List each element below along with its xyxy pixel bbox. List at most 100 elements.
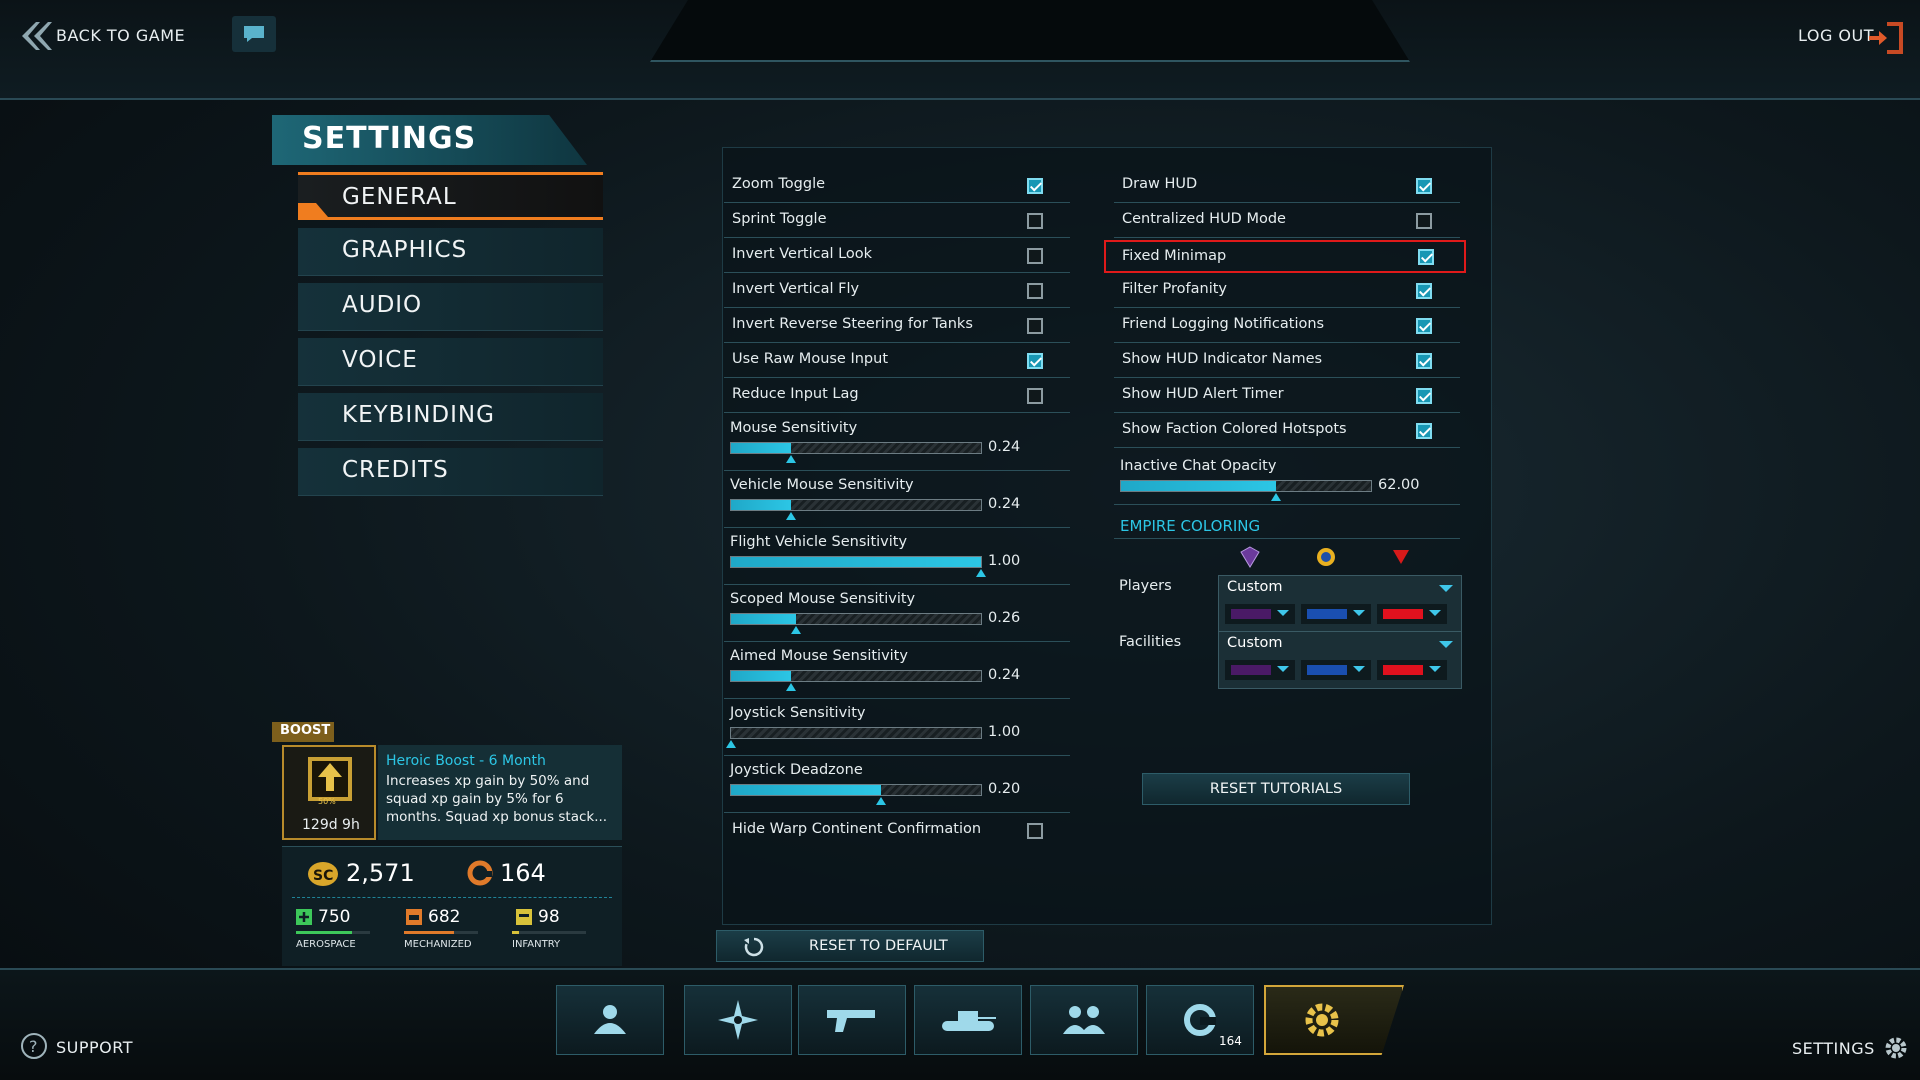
- slider-thumb[interactable]: [726, 740, 736, 748]
- slider-thumb[interactable]: [876, 797, 886, 805]
- slider-aimed-mouse-sensitivity[interactable]: Aimed Mouse Sensitivity 0.24: [724, 648, 1070, 700]
- checkbox[interactable]: [1027, 283, 1043, 299]
- vs-color-dropdown[interactable]: [1225, 660, 1295, 680]
- option-fixed-minimap[interactable]: Fixed Minimap: [1104, 240, 1466, 273]
- settings-shortcut-button[interactable]: SETTINGS: [1788, 1032, 1912, 1064]
- option-label: Show HUD Alert Timer: [1122, 386, 1284, 402]
- tab-map[interactable]: [684, 985, 792, 1055]
- slider-thumb[interactable]: [786, 512, 796, 520]
- slider-fill: [731, 500, 791, 510]
- tab-graphics[interactable]: GRAPHICS: [298, 228, 603, 276]
- tab-character[interactable]: [556, 985, 664, 1055]
- slider-joystick-sensitivity[interactable]: Joystick Sensitivity 1.00: [724, 705, 1070, 757]
- option-sprint-toggle[interactable]: Sprint Toggle: [724, 203, 1070, 238]
- checkbox[interactable]: [1416, 213, 1432, 229]
- slider-track[interactable]: [726, 727, 982, 748]
- checkbox[interactable]: [1416, 423, 1432, 439]
- logout-button[interactable]: LOG OUT: [1795, 20, 1907, 56]
- select-value: Custom: [1227, 635, 1283, 651]
- checkbox[interactable]: [1416, 353, 1432, 369]
- checkbox[interactable]: [1027, 823, 1043, 839]
- slider-joystick-deadzone[interactable]: Joystick Deadzone 0.20: [724, 762, 1070, 814]
- facilities-color-select[interactable]: Custom: [1218, 631, 1462, 689]
- slider-track[interactable]: [730, 499, 982, 520]
- support-button[interactable]: ? SUPPORT: [20, 1032, 140, 1062]
- color-chip: [1307, 665, 1347, 675]
- option-hud-indicator-names[interactable]: Show HUD Indicator Names: [1114, 343, 1460, 378]
- option-faction-hotspots[interactable]: Show Faction Colored Hotspots: [1114, 413, 1460, 448]
- slider-track[interactable]: [730, 784, 982, 805]
- option-raw-mouse-input[interactable]: Use Raw Mouse Input: [724, 343, 1070, 378]
- logout-door-icon: [1869, 22, 1903, 54]
- option-hide-warp-confirmation[interactable]: Hide Warp Continent Confirmation: [724, 813, 1070, 848]
- tr-color-dropdown[interactable]: [1377, 660, 1447, 680]
- option-invert-vertical-fly[interactable]: Invert Vertical Fly: [724, 273, 1070, 308]
- slider-flight-vehicle-sensitivity[interactable]: Flight Vehicle Sensitivity 1.00: [724, 534, 1070, 586]
- slider-track[interactable]: [730, 442, 982, 463]
- slider-scoped-mouse-sensitivity[interactable]: Scoped Mouse Sensitivity 0.26: [724, 591, 1070, 643]
- checkbox[interactable]: [1416, 178, 1432, 194]
- vs-color-dropdown[interactable]: [1225, 604, 1295, 624]
- infantry-bar: [512, 931, 586, 934]
- tab-keybinding[interactable]: KEYBINDING: [298, 393, 603, 441]
- nc-color-dropdown[interactable]: [1301, 660, 1371, 680]
- tab-vehicles[interactable]: [914, 985, 1022, 1055]
- tab-voice[interactable]: VOICE: [298, 338, 603, 386]
- slider-track[interactable]: [1120, 480, 1372, 501]
- tab-credits[interactable]: CREDITS: [298, 448, 603, 496]
- slider-thumb[interactable]: [976, 569, 986, 577]
- option-hud-alert-timer[interactable]: Show HUD Alert Timer: [1114, 378, 1460, 413]
- slider-thumb[interactable]: [1271, 493, 1281, 501]
- tab-certs[interactable]: 164: [1146, 985, 1254, 1055]
- checkbox[interactable]: [1027, 178, 1043, 194]
- slider-thumb[interactable]: [786, 683, 796, 691]
- players-color-select[interactable]: Custom: [1218, 575, 1462, 633]
- option-friend-logging[interactable]: Friend Logging Notifications: [1114, 308, 1460, 343]
- checkbox[interactable]: [1027, 318, 1043, 334]
- option-centralized-hud[interactable]: Centralized HUD Mode: [1114, 203, 1460, 238]
- checkbox[interactable]: [1418, 249, 1434, 265]
- tab-settings[interactable]: [1264, 985, 1404, 1055]
- chevron-down-icon[interactable]: [1439, 585, 1453, 592]
- option-invert-reverse-steering[interactable]: Invert Reverse Steering for Tanks: [724, 308, 1070, 343]
- checkbox[interactable]: [1027, 213, 1043, 229]
- checkbox[interactable]: [1027, 353, 1043, 369]
- tab-general[interactable]: GENERAL: [298, 172, 603, 220]
- checkbox[interactable]: [1416, 318, 1432, 334]
- slider-inactive-chat-opacity[interactable]: Inactive Chat Opacity 62.00: [1114, 458, 1460, 508]
- empire-coloring-title: EMPIRE COLORING: [1120, 517, 1261, 535]
- map-compass-icon: [718, 1000, 758, 1040]
- checkbox[interactable]: [1416, 388, 1432, 404]
- nc-color-dropdown[interactable]: [1301, 604, 1371, 624]
- row-divider: [724, 584, 1070, 585]
- reset-tutorials-button[interactable]: RESET TUTORIALS: [1142, 773, 1410, 805]
- slider-track[interactable]: [730, 556, 986, 577]
- slider-value: 1.00: [988, 553, 1021, 569]
- option-invert-vertical-look[interactable]: Invert Vertical Look: [724, 238, 1070, 273]
- tab-squad[interactable]: [1030, 985, 1138, 1055]
- slider-track[interactable]: [730, 613, 982, 634]
- tr-color-dropdown[interactable]: [1377, 604, 1447, 624]
- checkbox[interactable]: [1027, 388, 1043, 404]
- checkbox[interactable]: [1027, 248, 1043, 264]
- option-reduce-input-lag[interactable]: Reduce Input Lag: [724, 378, 1070, 413]
- slider-thumb[interactable]: [791, 626, 801, 634]
- checkbox[interactable]: [1416, 283, 1432, 299]
- tab-weapons[interactable]: [798, 985, 906, 1055]
- option-filter-profanity[interactable]: Filter Profanity: [1114, 273, 1460, 308]
- reset-to-default-button[interactable]: RESET TO DEFAULT: [716, 930, 984, 962]
- option-draw-hud[interactable]: Draw HUD: [1114, 168, 1460, 203]
- slider-track[interactable]: [730, 670, 982, 691]
- tab-audio[interactable]: AUDIO: [298, 283, 603, 331]
- option-label: Zoom Toggle: [732, 176, 826, 192]
- chat-button[interactable]: [232, 16, 276, 52]
- option-zoom-toggle[interactable]: Zoom Toggle: [724, 168, 1070, 203]
- option-label: Show HUD Indicator Names: [1122, 351, 1323, 367]
- slider-mouse-sensitivity[interactable]: Mouse Sensitivity 0.24: [724, 420, 1070, 472]
- chevron-down-icon[interactable]: [1439, 641, 1453, 648]
- back-to-game-button[interactable]: BACK TO GAME: [18, 18, 185, 54]
- slider-thumb[interactable]: [786, 455, 796, 463]
- squad-icon: [1063, 1006, 1105, 1034]
- slider-vehicle-mouse-sensitivity[interactable]: Vehicle Mouse Sensitivity 0.24: [724, 477, 1070, 529]
- boost-icon-box[interactable]: 50% 129d 9h: [282, 745, 376, 840]
